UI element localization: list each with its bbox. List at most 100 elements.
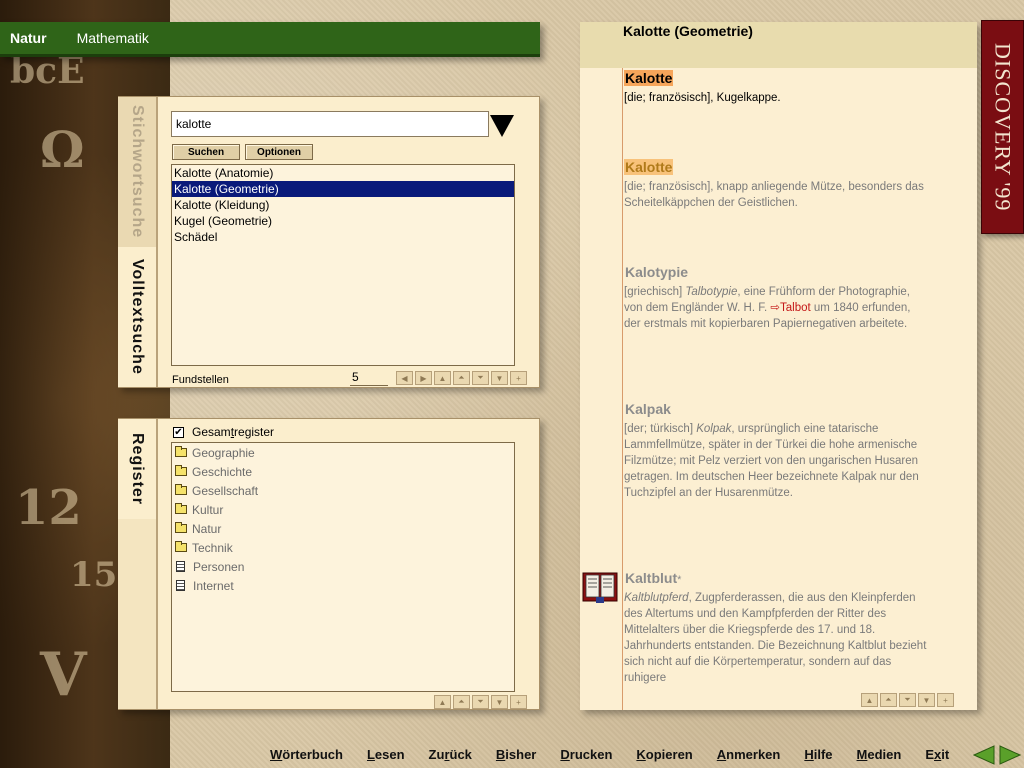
double-down-icon[interactable]: ⏷ — [472, 371, 489, 385]
menu-label: ilfe — [813, 747, 833, 762]
down-icon[interactable]: ▼ — [918, 693, 935, 707]
list-item[interactable]: Schädel — [172, 229, 514, 245]
omega-glyph: Ω — [40, 120, 85, 179]
category-bar: Natur Mathematik — [0, 22, 540, 57]
arrow-left-icon[interactable] — [973, 745, 995, 765]
menu-exit[interactable]: Exit — [925, 747, 949, 765]
entry-text: , Zugpferderassen, die aus den Kleinpfer… — [624, 592, 927, 684]
triangle-down-icon[interactable] — [489, 112, 515, 138]
entry-headword[interactable]: Kaltblut* — [624, 570, 682, 586]
menu-accel: B — [495, 747, 506, 762]
up-icon[interactable]: ▲ — [861, 693, 878, 707]
entry-headword-text: Kaltblut — [625, 570, 678, 586]
menu-bisher[interactable]: Bisher — [496, 747, 536, 765]
entry-headword[interactable]: Kalotte — [624, 159, 674, 175]
article-title: Kalotte (Geometrie) — [623, 23, 753, 39]
menu-drucken[interactable]: Drucken — [560, 747, 612, 765]
entry-headword[interactable]: Kalotte — [624, 70, 674, 86]
entry-body: [der; türkisch] Kolpak, ursprünglich ein… — [624, 421, 929, 501]
register-item-label: Geographie — [192, 445, 255, 460]
entry-headword[interactable]: Kalotypie — [624, 264, 689, 280]
gesamtregister-row[interactable]: ✔ Gesamtregister — [173, 425, 274, 439]
folder-icon — [175, 503, 187, 514]
prev-page-icon[interactable]: ▶ — [415, 371, 432, 385]
register-item-label: Internet — [193, 578, 234, 593]
register-item-gesellschaft[interactable]: Gesellschaft — [172, 481, 514, 500]
down-icon[interactable]: ▼ — [491, 371, 508, 385]
up-icon[interactable]: ▲ — [434, 371, 451, 385]
entry-italic: Kaltblutpferd — [624, 592, 689, 604]
book-icon[interactable] — [582, 569, 618, 605]
double-down-icon[interactable]: ⏷ — [472, 695, 489, 709]
menu-medien[interactable]: Medien — [857, 747, 902, 765]
search-input[interactable] — [171, 111, 489, 137]
plus-icon[interactable]: + — [510, 371, 527, 385]
list-item[interactable]: Kalotte (Anatomie) — [172, 165, 514, 181]
entry-body: [die; französisch], Kugelkappe. — [624, 92, 781, 104]
menu-accel: L — [366, 747, 375, 762]
tab-volltextsuche[interactable]: Volltextsuche — [118, 247, 156, 387]
down-icon[interactable]: ▼ — [491, 695, 508, 709]
list-item-selected[interactable]: Kalotte (Geometrie) — [172, 181, 514, 197]
register-item-label: Technik — [192, 540, 233, 555]
gesamtregister-label-part: register — [234, 425, 275, 439]
register-item-geschichte[interactable]: Geschichte — [172, 462, 514, 481]
menu-kopieren[interactable]: Kopieren — [636, 747, 692, 765]
menu-label: ück — [449, 747, 472, 762]
register-item-personen[interactable]: Personen — [172, 557, 514, 576]
category-natur[interactable]: Natur — [10, 30, 47, 46]
double-down-icon[interactable]: ⏷ — [899, 693, 916, 707]
menu-label: Zu — [428, 747, 445, 762]
register-item-technik[interactable]: Technik — [172, 538, 514, 557]
menu-accel: W — [270, 747, 283, 762]
register-nav-buttons: ▲ ⏶ ⏷ ▼ + — [434, 695, 527, 709]
entry-kalotypie: Kalotypie [griechisch] Talbotypie, eine … — [624, 264, 929, 332]
entry-italic: Kolpak — [696, 423, 732, 435]
register-item-kultur[interactable]: Kultur — [172, 500, 514, 519]
entry-headword[interactable]: Kalpak — [624, 401, 672, 417]
menu-label: örterbuch — [282, 747, 343, 762]
fundstellen-count: 5 — [350, 370, 388, 386]
plus-icon[interactable]: + — [510, 695, 527, 709]
entry-kalotte-1: Kalotte [die; französisch], Kugelkappe. — [624, 70, 929, 106]
folder-icon — [175, 446, 187, 457]
register-item-geographie[interactable]: Geographie — [172, 443, 514, 462]
tab-register[interactable]: Register — [118, 419, 156, 519]
options-button[interactable]: Optionen — [245, 144, 313, 160]
double-up-icon[interactable]: ⏶ — [453, 371, 470, 385]
entry-kaltblut: Kaltblut* Kaltblutpferd, Zugpferderassen… — [624, 570, 929, 686]
menu-lesen[interactable]: Lesen — [367, 747, 405, 765]
register-list: Geographie Geschichte Gesellschaft Kultu… — [171, 442, 515, 692]
list-item[interactable]: Kugel (Geometrie) — [172, 213, 514, 229]
first-page-icon[interactable]: ◀ — [396, 371, 413, 385]
register-item-internet[interactable]: Internet — [172, 576, 514, 595]
menu-label: edien — [867, 747, 902, 762]
arrow-right-icon[interactable] — [999, 745, 1021, 765]
menu-zurueck[interactable]: Zurück — [429, 747, 472, 765]
menu-accel: H — [804, 747, 814, 762]
entry-body: [die; französisch], knapp anliegende Müt… — [624, 181, 924, 209]
menu-woerterbuch[interactable]: Wörterbuch — [270, 747, 343, 765]
tab-stichwortsuche[interactable]: Stichwortsuche — [118, 97, 156, 247]
register-item-label: Geschichte — [192, 464, 253, 479]
menu-hilfe[interactable]: Hilfe — [804, 747, 832, 765]
category-mathematik[interactable]: Mathematik — [77, 30, 149, 46]
crossref-link-talbot[interactable]: ⇨Talbot — [770, 302, 810, 314]
menu-anmerken[interactable]: Anmerken — [717, 747, 781, 765]
brand-text: DISCOVERY '99 — [990, 42, 1016, 212]
entry-star: * — [677, 574, 682, 586]
number-glyph: 12 — [15, 480, 82, 536]
up-icon[interactable]: ▲ — [434, 695, 451, 709]
double-up-icon[interactable]: ⏶ — [453, 695, 470, 709]
menu-accel: K — [636, 747, 646, 762]
search-button[interactable]: Suchen — [172, 144, 240, 160]
register-tabstrip: Register — [118, 419, 158, 709]
gesamtregister-checkbox[interactable]: ✔ — [173, 426, 184, 438]
menu-label: esen — [374, 747, 405, 762]
double-up-icon[interactable]: ⏶ — [880, 693, 897, 707]
register-item-natur[interactable]: Natur — [172, 519, 514, 538]
plus-icon[interactable]: + — [937, 693, 954, 707]
search-tabstrip: Stichwortsuche Volltextsuche — [118, 97, 158, 387]
entry-body: [griechisch] Talbotypie, eine Frühform d… — [624, 284, 929, 332]
list-item[interactable]: Kalotte (Kleidung) — [172, 197, 514, 213]
